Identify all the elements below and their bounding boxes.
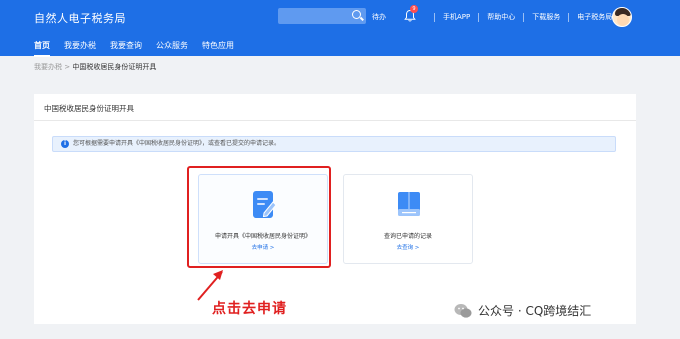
notice-text: 您可根据需要申请开具《中国税收居民身份证明》，或查看已提交的申请记录。 xyxy=(73,140,281,147)
main-panel: 中国税收居民身份证明开具 i 您可根据需要申请开具《中国税收居民身份证明》，或查… xyxy=(34,94,636,324)
divider xyxy=(523,12,525,22)
divider xyxy=(568,12,570,22)
nav-item-public-service[interactable]: 公众服务 xyxy=(156,40,188,55)
todo-link[interactable]: 待办 xyxy=(372,12,386,22)
book-icon xyxy=(398,192,420,216)
e-tax-bureau-link[interactable]: 电子税务局 xyxy=(577,12,612,22)
nav-item-home[interactable]: 首页 xyxy=(34,40,50,57)
query-card-label: 查询已申请的记录 xyxy=(383,233,432,240)
notification-badge: 9 xyxy=(410,5,418,13)
info-notice: i 您可根据需要申请开具《中国税收居民身份证明》，或查看已提交的申请记录。 xyxy=(52,136,616,152)
search-input[interactable] xyxy=(278,8,366,24)
main-nav: 首页 我要办税 我要查询 公众服务 特色应用 xyxy=(34,40,248,57)
nav-item-featured-apps[interactable]: 特色应用 xyxy=(202,40,234,55)
annotation-callout: 点击去申请 xyxy=(212,301,287,317)
divider xyxy=(34,120,636,121)
breadcrumb-separator: > xyxy=(64,63,71,71)
nav-item-query[interactable]: 我要查询 xyxy=(110,40,142,55)
top-bar: 自然人电子税务局 待办 9 手机APP 帮助中心 下载服务 电子税务局 首页 我… xyxy=(0,0,680,57)
breadcrumb: 我要办税 > 中国税收居民身份证明开具 xyxy=(34,62,156,72)
panel-title: 中国税收居民身份证明开具 xyxy=(44,104,134,113)
download-service-link[interactable]: 下载服务 xyxy=(532,12,560,22)
divider xyxy=(434,12,435,22)
wechat-icon xyxy=(454,303,472,318)
avatar[interactable] xyxy=(612,7,632,27)
help-center-link[interactable]: 帮助中心 xyxy=(487,12,515,22)
avatar-face xyxy=(617,14,629,26)
mobile-app-link[interactable]: 手机APP xyxy=(443,12,470,22)
annotation-arrow-icon xyxy=(197,270,223,301)
top-links: 手机APP 帮助中心 下载服务 电子税务局 xyxy=(426,12,612,22)
divider xyxy=(478,12,480,22)
highlight-box xyxy=(187,166,331,268)
breadcrumb-current: 中国税收居民身份证明开具 xyxy=(72,63,157,71)
breadcrumb-parent[interactable]: 我要办税 xyxy=(34,63,62,71)
info-icon: i xyxy=(61,140,69,148)
watermark-text: 公众号 · CQ跨境结汇 xyxy=(478,304,592,318)
nav-item-tax-handling[interactable]: 我要办税 xyxy=(64,40,96,55)
site-title[interactable]: 自然人电子税务局 xyxy=(34,10,126,26)
query-records-card[interactable]: 查询已申请的记录 去查询 > xyxy=(343,174,473,264)
search-icon[interactable] xyxy=(352,10,361,19)
watermark: 公众号 · CQ跨境结汇 xyxy=(454,302,591,319)
query-link[interactable]: 去查询 > xyxy=(344,243,472,251)
